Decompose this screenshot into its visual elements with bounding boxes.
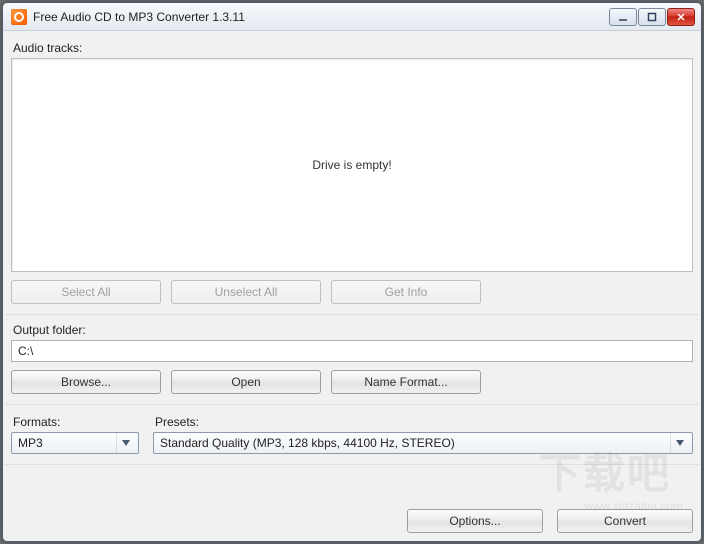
chevron-down-icon: [670, 433, 688, 453]
separator-1: [5, 314, 699, 315]
drive-empty-text: Drive is empty!: [312, 158, 391, 172]
select-all-button[interactable]: Select All: [11, 280, 161, 304]
bottom-buttons-row: Options... Convert: [11, 509, 693, 533]
minimize-icon: [618, 12, 628, 22]
formats-column: Formats: MP3: [11, 411, 139, 454]
audio-tracks-label: Audio tracks:: [13, 41, 691, 55]
open-button[interactable]: Open: [171, 370, 321, 394]
app-icon: [11, 9, 27, 25]
formats-value: MP3: [18, 436, 43, 450]
presets-column: Presets: Standard Quality (MP3, 128 kbps…: [153, 411, 693, 454]
minimize-button[interactable]: [609, 8, 637, 26]
chevron-down-icon: [116, 433, 134, 453]
output-folder-label: Output folder:: [13, 323, 691, 337]
browse-button[interactable]: Browse...: [11, 370, 161, 394]
titlebar: Free Audio CD to MP3 Converter 1.3.11: [3, 3, 701, 31]
separator-2: [5, 404, 699, 405]
close-icon: [676, 12, 686, 22]
get-info-button[interactable]: Get Info: [331, 280, 481, 304]
track-buttons-row: Select All Unselect All Get Info: [11, 280, 693, 304]
maximize-icon: [647, 12, 657, 22]
client-area: Audio tracks: Drive is empty! Select All…: [3, 31, 701, 541]
presets-label: Presets:: [155, 415, 691, 429]
output-folder-input[interactable]: [11, 340, 693, 362]
formats-presets-row: Formats: MP3 Presets: Standard Quality (…: [11, 411, 693, 454]
maximize-button[interactable]: [638, 8, 666, 26]
output-buttons-row: Browse... Open Name Format...: [11, 370, 693, 394]
close-button[interactable]: [667, 8, 695, 26]
separator-3: [5, 464, 699, 465]
formats-label: Formats:: [13, 415, 137, 429]
options-button[interactable]: Options...: [407, 509, 543, 533]
presets-value: Standard Quality (MP3, 128 kbps, 44100 H…: [160, 436, 455, 450]
convert-button[interactable]: Convert: [557, 509, 693, 533]
audio-tracks-listbox[interactable]: Drive is empty!: [11, 58, 693, 272]
window-controls: [609, 8, 697, 26]
window-title: Free Audio CD to MP3 Converter 1.3.11: [33, 10, 245, 24]
application-window: Free Audio CD to MP3 Converter 1.3.11 Au…: [2, 2, 702, 542]
name-format-button[interactable]: Name Format...: [331, 370, 481, 394]
unselect-all-button[interactable]: Unselect All: [171, 280, 321, 304]
presets-combobox[interactable]: Standard Quality (MP3, 128 kbps, 44100 H…: [153, 432, 693, 454]
formats-combobox[interactable]: MP3: [11, 432, 139, 454]
